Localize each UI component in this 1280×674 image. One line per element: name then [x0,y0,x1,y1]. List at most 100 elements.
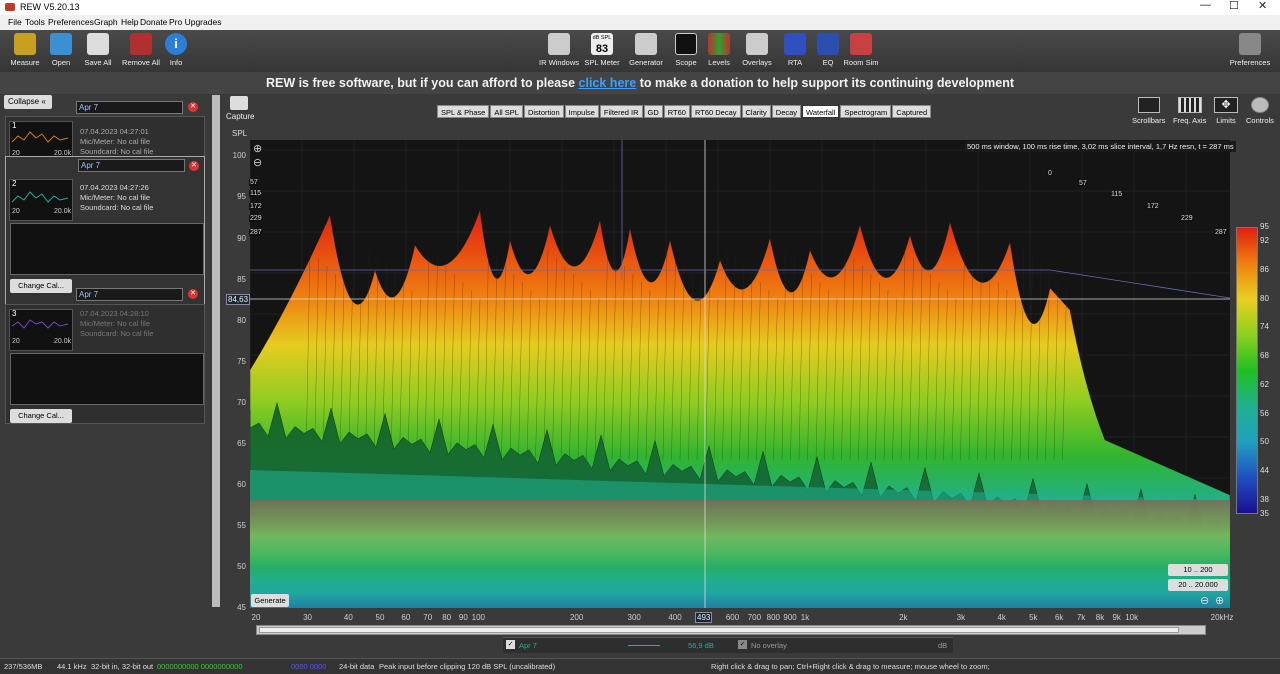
rew-logo-icon [5,3,15,11]
limits-button[interactable]: ✥ Limits [1214,97,1238,125]
measurement-index: 1 [12,121,17,130]
time-label: 229 [249,215,263,222]
time-label: 57 [249,179,259,186]
x-tick-label: 30 [303,613,312,622]
measurement-info: 07.04.2023 04:28:10 Mic/Meter: No cal fi… [80,309,154,338]
x-tick-label: 40 [343,613,353,622]
tab-impulse[interactable]: Impulse [564,105,599,118]
input-meter: 0000000000 0000000000 [157,662,243,671]
menu-pro-upgrades[interactable]: Pro Upgrades [169,17,221,27]
remove-measurement-icon[interactable]: ✕ [188,289,198,299]
tab-spectrogram[interactable]: Spectrogram [840,105,892,118]
waterfall-plot[interactable]: ⊕ ⊖ [250,140,1230,608]
measurement-name-field[interactable]: Apr 7 [78,159,185,172]
folder-icon [50,33,72,55]
colorbar-tick-label: 80 [1260,293,1269,303]
panel-scrollbar[interactable] [212,95,220,607]
legend-line [628,645,660,646]
title-bar: REW V5.20.13 — ☐ ✕ [0,0,1280,15]
preferences-button[interactable]: Preferences [1227,33,1273,67]
change-cal-button[interactable]: Change Cal... [10,279,72,293]
measurement-notes[interactable] [10,223,204,275]
x-tick-label: 900 [783,613,797,622]
tab-rt60[interactable]: RT60 [663,105,690,118]
range-button-20-20000[interactable]: 20 .. 20.000 [1168,579,1228,591]
menu-tools[interactable]: Tools [25,17,45,27]
x-tick-label: 300 [627,613,641,622]
remove-measurement-icon[interactable]: ✕ [189,161,199,171]
spl-meter-icon: dB SPL 83 [591,33,613,55]
collapse-button[interactable]: Collapse « [4,95,52,109]
colorbar [1236,227,1258,514]
overlay-checkbox[interactable]: ✓ [738,640,747,649]
tab-spl-phase[interactable]: SPL & Phase [437,105,490,118]
freq-axis-button[interactable]: Freq. Axis [1173,97,1206,125]
status-bar: 237/536MB 44.1 kHz 32-bit in, 32-bit out… [0,658,1280,674]
tab-clarity[interactable]: Clarity [741,105,771,118]
ir-windows-button[interactable]: IR Windows [536,33,582,67]
zoom-in-icon[interactable]: ⊕ [253,142,262,155]
tab-decay[interactable]: Decay [771,105,802,118]
y-tick-label: 85 [237,274,246,284]
colorbar-tick-label: 86 [1260,265,1269,275]
x-tick-label: 20 [251,613,261,622]
ir-windows-icon [548,33,570,55]
save-all-button[interactable]: Save All [75,33,121,67]
x-tick-label: 50 [375,613,385,622]
zoom-in-icon[interactable]: ⊕ [1215,594,1224,607]
horizontal-scrollbar[interactable] [256,625,1206,635]
maximize-icon[interactable]: ☐ [1229,0,1239,12]
x-tick-label: 10k [1125,613,1139,622]
trace-checkbox[interactable]: ✓ [506,640,515,649]
capture-button[interactable]: Capture [226,96,254,121]
menu-file[interactable]: File [8,17,22,27]
x-tick-label: 20kHz [1210,613,1234,622]
tab-all-spl[interactable]: All SPL [490,105,523,118]
tab-distortion[interactable]: Distortion [523,105,564,118]
scrollbars-button[interactable]: Scrollbars [1132,97,1165,125]
scrollbar-thumb[interactable] [259,627,1179,633]
tab-waterfall[interactable]: Waterfall [802,105,840,118]
donate-link[interactable]: click here [579,76,637,90]
room-sim-button[interactable]: Room Sim [838,33,884,67]
menu-help[interactable]: Help [121,17,138,27]
freq-axis-icon [1177,97,1202,113]
x-tick-label: 80 [442,613,452,622]
y-tick-label: 75 [237,356,246,366]
range-button-10-200[interactable]: 10 .. 200 [1168,564,1228,576]
measurement-name-field[interactable]: Apr 7 [76,288,183,301]
zoom-out-icon[interactable]: ⊖ [1200,594,1209,607]
remove-measurement-icon[interactable]: ✕ [188,102,198,112]
minimize-icon[interactable]: — [1200,0,1211,11]
overlays-icon [746,33,768,55]
measurement-name-field[interactable]: Apr 7 [76,101,183,114]
menu-graph[interactable]: Graph [94,17,118,27]
close-icon[interactable]: ✕ [1258,0,1267,12]
measurements-panel: Collapse « Apr 7 ✕ 1 20 20.0k 07.04.2023… [0,94,222,656]
tab-rt60-decay[interactable]: RT60 Decay [690,105,741,118]
slice-info: 500 ms window, 100 ms rise time, 3,02 ms… [965,141,1236,152]
tab-filtered-ir[interactable]: Filtered IR [599,105,643,118]
levels-icon [708,33,730,55]
tab-gd[interactable]: GD [643,105,663,118]
measurement-card[interactable]: 3 20 20.0k 07.04.2023 04:28:10 Mic/Meter… [5,304,205,424]
cursor-y-readout: 84,63 [226,294,251,305]
info-button[interactable]: i Info [153,33,199,67]
y-tick-label: 70 [237,397,246,407]
controls-button[interactable]: Controls [1246,97,1274,125]
change-cal-button[interactable]: Change Cal... [10,409,72,423]
waterfall-svg [250,140,1230,608]
generate-button[interactable]: Generate [251,594,289,607]
spl-meter-button[interactable]: dB SPL 83 SPL Meter [579,33,625,67]
measurement-notes[interactable] [10,353,204,405]
info-icon: i [165,33,187,55]
menu-preferences[interactable]: Preferences [48,17,94,27]
tab-captured[interactable]: Captured [892,105,932,118]
x-tick-label: 400 [668,613,682,622]
cursor-x-readout: 493 [695,612,713,623]
menu-donate[interactable]: Donate [140,17,167,27]
main-toolbar: Measure Open Save All Remove All i Info I… [0,30,1280,72]
generator-icon [635,33,657,55]
zoom-out-icon[interactable]: ⊖ [253,156,262,169]
legend-value: 56,9 dB [688,641,714,650]
